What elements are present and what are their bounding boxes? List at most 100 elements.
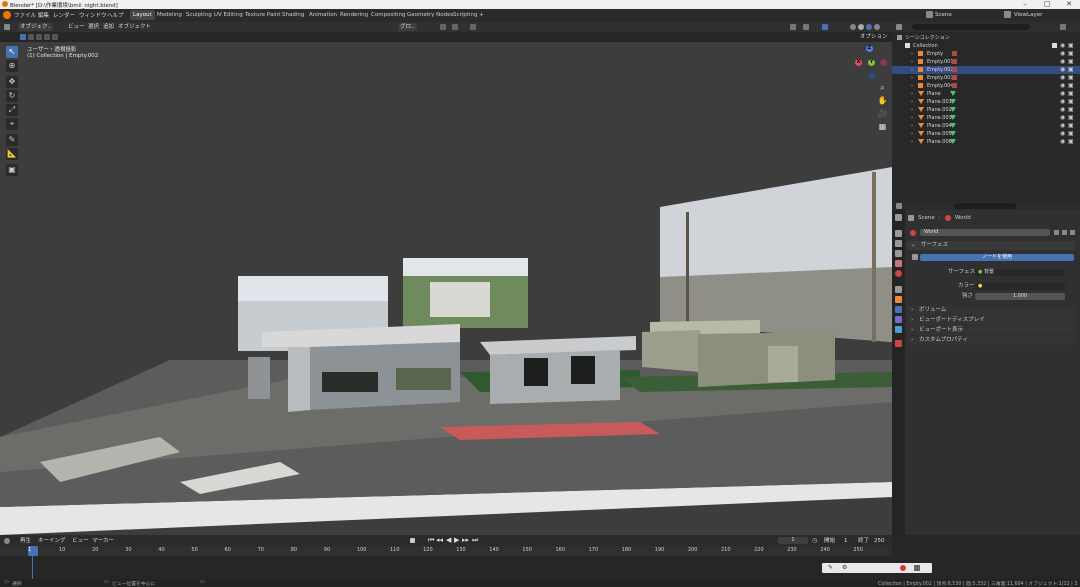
surface-panel-header[interactable]: ⌄ サーフェス: [907, 241, 1075, 250]
select-mode-intersect-icon[interactable]: [52, 34, 58, 40]
next-keyframe-icon[interactable]: ▸▸: [462, 536, 469, 544]
render-camera-icon[interactable]: ▣: [1068, 114, 1074, 122]
snap-icon[interactable]: [452, 24, 458, 30]
view-layer-tab-icon[interactable]: [895, 250, 902, 257]
outliner-scene-collection[interactable]: シーンコレクション: [892, 34, 1080, 42]
menu-window[interactable]: ウィンドウ: [79, 11, 107, 19]
visibility-eye-icon[interactable]: ◉: [1060, 114, 1065, 122]
overlay-toggle-icon[interactable]: [803, 24, 809, 30]
render-camera-icon[interactable]: ▣: [1068, 130, 1074, 138]
render-camera-icon[interactable]: ▣: [1068, 74, 1074, 82]
filter-icon[interactable]: [1060, 24, 1066, 30]
menu-help[interactable]: ヘルプ: [107, 11, 124, 19]
outliner-row[interactable]: › Empty ◉ ▣: [892, 50, 1080, 58]
pan-hand-icon[interactable]: ✋: [877, 95, 888, 106]
ime-settings-icon[interactable]: [914, 565, 920, 571]
proportional-icon[interactable]: [470, 24, 476, 30]
select-mode-invert-icon[interactable]: [44, 34, 50, 40]
visibility-eye-icon[interactable]: ◉: [1060, 66, 1065, 74]
rotate-tool-icon[interactable]: ↻: [6, 90, 18, 102]
outliner-row[interactable]: › Empty.002 ◉ ▣: [892, 66, 1080, 74]
jump-start-icon[interactable]: ⏮: [428, 536, 434, 545]
render-camera-icon[interactable]: ▣: [1068, 66, 1074, 74]
outliner-row[interactable]: › Plane.005 ◉ ▣: [892, 130, 1080, 138]
outliner-row[interactable]: › Empty.003 ◉ ▣: [892, 74, 1080, 82]
record-icon[interactable]: [410, 538, 415, 543]
select-mode-subtract-icon[interactable]: [36, 34, 42, 40]
viewport-display-panel-header[interactable]: › ビューポート表示: [907, 326, 1075, 335]
perspective-toggle-icon[interactable]: ▦: [877, 121, 888, 132]
scale-tool-icon[interactable]: ⤢: [6, 104, 18, 116]
volume-panel-header[interactable]: › ボリューム: [907, 306, 1075, 315]
gizmo-toggle-icon[interactable]: [790, 24, 796, 30]
scene-tab-icon[interactable]: [895, 260, 902, 267]
render-camera-icon[interactable]: ▣: [1068, 98, 1074, 106]
maximize-button[interactable]: □: [1036, 0, 1058, 9]
expand-chevron-icon[interactable]: ›: [911, 82, 913, 90]
jump-end-icon[interactable]: ⏭: [472, 536, 478, 545]
expand-chevron-icon[interactable]: ›: [911, 74, 913, 82]
annotate-tool-icon[interactable]: ✎: [6, 134, 18, 146]
outliner-row[interactable]: › Plane.003 ◉ ▣: [892, 114, 1080, 122]
select-box-tool-icon[interactable]: ↖: [6, 46, 18, 58]
shading-solid-icon[interactable]: [858, 24, 864, 30]
shading-wireframe-icon[interactable]: [850, 24, 856, 30]
mist-panel-header[interactable]: › ビューポートディスプレイ: [907, 316, 1075, 325]
timeline-ruler[interactable]: 1 10 20 30 40 50 60 70 80 90 100 110 120 130 140 150 160…: [0, 546, 892, 556]
collection-tab-icon[interactable]: [895, 286, 902, 293]
add-cube-tool-icon[interactable]: ▣: [6, 164, 18, 176]
menu-file[interactable]: ファイル: [14, 11, 36, 19]
3d-viewport[interactable]: ユーザー・透視投影 (1) Collection | Empty.002 ↖ ⊕…: [0, 42, 892, 535]
zoom-icon[interactable]: ⌕: [877, 82, 888, 93]
expand-chevron-icon[interactable]: ›: [911, 58, 913, 66]
timeline-editor-icon[interactable]: [4, 538, 10, 544]
mesh-data-icon[interactable]: [950, 99, 956, 104]
breadcrumb-world[interactable]: World: [955, 214, 971, 222]
tab-shading[interactable]: Shading: [279, 10, 307, 20]
tab-rendering[interactable]: Rendering: [337, 10, 371, 20]
ime-toolbar[interactable]: ✎ ⚙: [822, 563, 932, 573]
tab-sculpting[interactable]: Sculpting: [183, 10, 215, 20]
close-button[interactable]: ✕: [1058, 0, 1080, 9]
expand-chevron-icon[interactable]: ›: [911, 130, 913, 138]
object-data-tab-icon[interactable]: [895, 326, 902, 333]
select-mode-extend-icon[interactable]: [28, 34, 34, 40]
mesh-data-icon[interactable]: [950, 131, 956, 136]
xray-toggle-icon[interactable]: [822, 24, 828, 30]
play-reverse-icon[interactable]: ◀: [446, 536, 451, 544]
image-data-icon[interactable]: [952, 83, 957, 88]
texture-tab-icon[interactable]: [895, 340, 902, 347]
breadcrumb-scene[interactable]: Scene: [918, 214, 935, 222]
start-frame-field[interactable]: 1: [842, 537, 850, 545]
properties-editor-icon[interactable]: [896, 203, 902, 209]
surface-shader-field[interactable]: ● 背景: [975, 269, 1065, 276]
timeline-track-area[interactable]: [0, 556, 892, 579]
unlink-world-icon[interactable]: [1070, 230, 1075, 235]
render-camera-icon[interactable]: ▣: [1068, 106, 1074, 114]
render-camera-icon[interactable]: ▣: [1068, 138, 1074, 146]
axis-y-icon[interactable]: Y: [868, 59, 875, 66]
transform-orientation-dropdown[interactable]: グロ..: [398, 23, 417, 31]
outliner-row[interactable]: › Plane.001 ◉ ▣: [892, 98, 1080, 106]
properties-search-input[interactable]: [954, 203, 1016, 209]
tab-animation[interactable]: Animation: [306, 10, 340, 20]
expand-chevron-icon[interactable]: ›: [911, 114, 913, 122]
axis-x-icon[interactable]: X: [855, 59, 862, 66]
expand-chevron-icon[interactable]: ›: [911, 98, 913, 106]
end-frame-field[interactable]: 250: [872, 537, 887, 545]
render-camera-icon[interactable]: ▣: [1068, 90, 1074, 98]
timeline-menu-playback[interactable]: 再生: [18, 537, 33, 545]
select-mode-new-icon[interactable]: [20, 34, 26, 40]
current-frame-field[interactable]: 1: [778, 537, 808, 544]
render-camera-icon[interactable]: ▣: [1068, 50, 1074, 58]
tab-texture-paint[interactable]: Texture Paint: [242, 10, 284, 20]
mesh-data-icon[interactable]: [950, 139, 956, 144]
visibility-eye-icon[interactable]: ◉: [1060, 58, 1065, 66]
timeline-menu-keying[interactable]: キーイング: [36, 537, 68, 545]
output-tab-icon[interactable]: [895, 240, 902, 247]
prev-keyframe-icon[interactable]: ◂◂: [436, 536, 443, 544]
color-field[interactable]: ●: [975, 283, 1065, 290]
use-nodes-button[interactable]: ノードを使用: [920, 254, 1074, 261]
shading-rendered-icon[interactable]: [874, 24, 880, 30]
tab-uv-editing[interactable]: UV Editing: [211, 10, 246, 20]
